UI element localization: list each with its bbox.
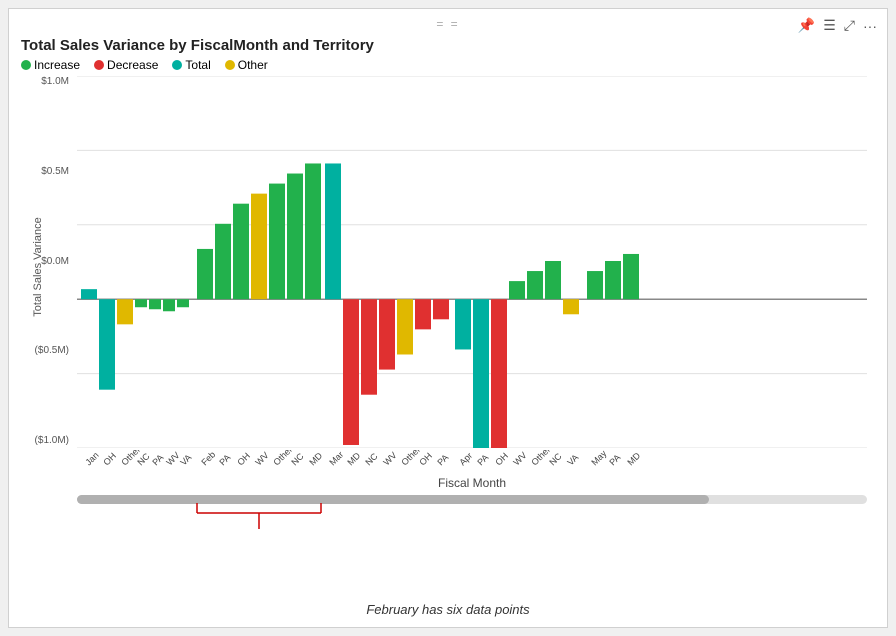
legend-label-other: Other xyxy=(238,58,268,72)
svg-text:PA: PA xyxy=(475,452,490,467)
svg-text:VA: VA xyxy=(178,452,193,467)
svg-text:WV: WV xyxy=(253,450,270,467)
chart-card: = = 📌 ☰ ⤢ ··· Total Sales Variance by Fi… xyxy=(8,8,888,628)
legend-item-total: Total xyxy=(172,58,210,72)
svg-text:NC: NC xyxy=(363,451,380,468)
chart-svg xyxy=(77,76,867,448)
svg-text:Feb: Feb xyxy=(199,450,217,467)
legend-label-increase: Increase xyxy=(34,58,80,72)
svg-text:OH: OH xyxy=(493,451,510,468)
svg-text:MD: MD xyxy=(625,450,642,467)
chart-area: Total Sales Variance $1.0M $0.5M $0.0M (… xyxy=(21,76,875,506)
svg-text:Mar: Mar xyxy=(327,450,345,467)
ytick-1: $1.0M xyxy=(41,76,69,87)
legend-item-other: Other xyxy=(225,58,268,72)
ytick-2: $0.5M xyxy=(41,166,69,177)
legend-dot-other xyxy=(225,60,235,70)
svg-text:PA: PA xyxy=(435,452,450,467)
ytick-3: $0.0M xyxy=(41,256,69,267)
svg-text:WV: WV xyxy=(381,450,398,467)
legend-item-decrease: Decrease xyxy=(94,58,158,72)
ytick-4: ($0.5M) xyxy=(35,345,69,356)
legend-dot-total xyxy=(172,60,182,70)
svg-text:PA: PA xyxy=(150,452,165,467)
svg-text:May: May xyxy=(589,450,608,467)
svg-text:WV: WV xyxy=(511,450,528,467)
svg-text:PA: PA xyxy=(607,452,622,467)
svg-text:OH: OH xyxy=(101,451,118,468)
pin-icon[interactable]: 📌 xyxy=(798,17,815,34)
legend-label-total: Total xyxy=(185,58,210,72)
ytick-5: ($1.0M) xyxy=(35,435,69,446)
svg-text:OH: OH xyxy=(235,451,252,468)
annotation-svg xyxy=(77,493,867,553)
legend-dot-decrease xyxy=(94,60,104,70)
svg-text:MD: MD xyxy=(307,450,324,467)
chart-legend: Increase Decrease Total Other xyxy=(21,58,875,72)
legend-item-increase: Increase xyxy=(21,58,80,72)
filter-icon[interactable]: ☰ xyxy=(823,17,836,34)
svg-text:PA: PA xyxy=(217,452,232,467)
legend-label-decrease: Decrease xyxy=(107,58,158,72)
svg-text:Jan: Jan xyxy=(83,450,100,467)
annotation-text: February has six data points xyxy=(366,602,529,617)
x-axis-label: Fiscal Month xyxy=(438,476,506,490)
svg-text:VA: VA xyxy=(565,452,580,467)
expand-icon[interactable]: ⤢ xyxy=(844,17,855,34)
svg-text:Apr: Apr xyxy=(457,450,474,467)
drag-handle[interactable]: = = xyxy=(436,17,459,31)
card-icons: 📌 ☰ ⤢ ··· xyxy=(798,17,877,34)
chart-title: Total Sales Variance by FiscalMonth and … xyxy=(21,37,875,54)
more-icon[interactable]: ··· xyxy=(863,18,877,34)
legend-dot-increase xyxy=(21,60,31,70)
svg-text:MD: MD xyxy=(345,450,362,467)
